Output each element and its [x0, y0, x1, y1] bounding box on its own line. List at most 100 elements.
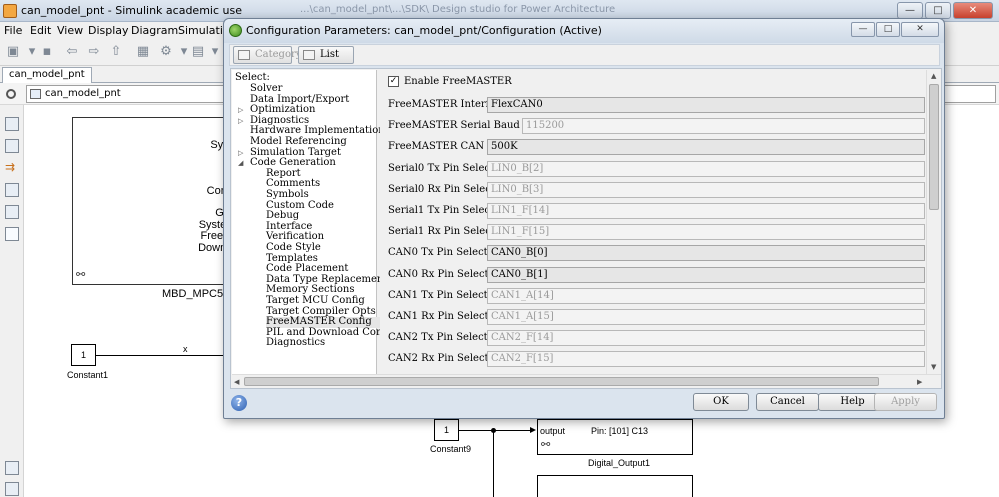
scroll-left-icon[interactable]: ◀ — [234, 378, 239, 386]
dialog-close-button[interactable]: ✕ — [901, 22, 939, 37]
annotation-icon[interactable] — [5, 183, 19, 197]
tree-item[interactable]: Diagnostics — [266, 338, 325, 349]
tab-can-model-pnt[interactable]: can_model_pnt — [2, 67, 92, 83]
tree-item[interactable]: Model Referencing — [250, 136, 347, 148]
tree-expander-icon[interactable]: ▷ — [238, 106, 243, 114]
tree-item[interactable]: Target MCU Config — [266, 295, 365, 307]
constant9-label: Constant9 — [430, 444, 472, 454]
fit-view-icon[interactable] — [5, 139, 19, 153]
category-tree: Select: Solver Data Import/Export ▷ Optimiz… — [232, 70, 395, 374]
up-icon[interactable]: ⇧ — [108, 44, 124, 60]
config-params-icon — [229, 24, 242, 37]
enable-freemaster-label: Enable FreeMASTER — [404, 76, 512, 87]
model-explorer-icon[interactable]: ▤ — [190, 44, 206, 60]
dialog-body: Select: Solver Data Import/Export ▷ Optimiz… — [230, 68, 942, 389]
menu-file[interactable]: File — [4, 24, 22, 37]
apply-button[interactable]: Apply — [874, 393, 937, 411]
pin-label: Pin: [101] C13 — [591, 426, 649, 436]
maximize-button[interactable]: □ — [925, 2, 951, 19]
vertical-scrollbar[interactable]: ▲ ▼ — [926, 70, 941, 374]
window-title: can_model_pnt - Simulink academic use — [21, 4, 242, 17]
zoom-icon[interactable] — [5, 117, 19, 131]
image-icon[interactable] — [5, 205, 19, 219]
constant9-block[interactable]: 1 — [434, 419, 459, 441]
param-field-disabled: LIN0_B[3] — [487, 181, 925, 198]
area-icon[interactable] — [5, 227, 19, 241]
camera-icon[interactable] — [5, 461, 19, 475]
category-icon — [238, 50, 250, 60]
param-field-disabled: CAN2_F[14] — [487, 330, 925, 347]
tree-header: Select: — [235, 72, 270, 83]
hide-show-browser-icon[interactable] — [6, 89, 16, 99]
signal-arrowhead — [530, 427, 536, 433]
new-model-icon[interactable]: ▣ — [5, 44, 21, 60]
settings-gear-icon[interactable]: ⚙ — [158, 44, 174, 60]
list-icon — [303, 50, 315, 60]
param-dropdown[interactable]: CAN0_B[1] — [487, 266, 925, 283]
horizontal-scroll-thumb[interactable] — [244, 377, 879, 386]
cancel-button[interactable]: Cancel — [756, 393, 819, 411]
freemaster-config-panel: ✓ Enable FreeMASTER FreeMASTER Interface… — [380, 70, 925, 374]
tree-item[interactable]: Symbols — [266, 189, 309, 201]
help-icon[interactable]: ? — [231, 395, 247, 411]
lower-block[interactable] — [537, 475, 693, 497]
signal-line[interactable] — [96, 355, 226, 356]
dialog-toolbar: Category List — [229, 44, 940, 66]
signal-branch-line[interactable] — [493, 430, 494, 497]
library-icon[interactable]: ▦ — [135, 44, 151, 60]
param-field-disabled: 115200 — [522, 118, 925, 135]
param-field-disabled: CAN2_F[15] — [487, 351, 925, 368]
link-icon: ⚯ — [76, 268, 86, 281]
dialog-title: Configuration Parameters: can_model_pnt/… — [246, 24, 602, 37]
dropdown-arrow-icon[interactable]: ▾ — [207, 44, 223, 60]
tree-expander-icon[interactable]: ▷ — [238, 149, 243, 157]
menu-edit[interactable]: Edit — [30, 24, 51, 37]
digital-output-label: Digital_Output1 — [588, 458, 651, 468]
scroll-down-icon[interactable]: ▼ — [931, 363, 936, 371]
tree-item[interactable]: Solver — [250, 83, 282, 95]
breadcrumb-text: can_model_pnt — [45, 88, 121, 99]
tree-expander-icon[interactable]: ▷ — [238, 117, 243, 125]
param-field-disabled: LIN0_B[2] — [487, 160, 925, 177]
category-button[interactable]: Category — [233, 46, 301, 64]
output-port-label: output — [540, 426, 566, 436]
param-dropdown[interactable]: CAN0_B[0] — [487, 245, 925, 262]
vertical-scroll-thumb[interactable] — [929, 84, 939, 210]
param-field-disabled: CAN1_A[15] — [487, 309, 925, 325]
tool-palette: ⇉ — [0, 105, 24, 497]
arrow-icon[interactable]: ⇉ — [5, 161, 19, 175]
constant1-block[interactable]: 1 — [71, 344, 96, 366]
back-icon[interactable]: ⇦ — [64, 44, 80, 60]
minimize-button[interactable]: — — [897, 2, 923, 19]
horizontal-scrollbar[interactable]: ◀ ▶ — [232, 374, 941, 388]
forward-icon[interactable]: ⇨ — [86, 44, 102, 60]
link-icon: ⚯ — [541, 438, 551, 451]
constant1-label: Constant1 — [67, 370, 109, 380]
branch-point — [491, 428, 496, 433]
dropdown-arrow-icon[interactable]: ▾ — [24, 44, 40, 60]
dialog-minimize-button[interactable]: — — [851, 22, 875, 37]
close-button[interactable]: ✕ — [953, 2, 993, 19]
signal-label: x — [183, 344, 188, 354]
menu-view[interactable]: View — [57, 24, 83, 37]
background-window-title: ...\can_model_pnt\...\SDK\ Design studio… — [300, 4, 616, 15]
digital-output-block[interactable]: output Pin: [101] C13 ⚯ — [537, 419, 693, 455]
tree-expander-icon[interactable]: ◢ — [238, 159, 243, 167]
dialog-titlebar: Configuration Parameters: can_model_pnt/… — [224, 19, 944, 43]
save-icon[interactable]: ▪ — [39, 44, 55, 60]
ok-button[interactable]: OK — [693, 393, 749, 411]
enable-freemaster-checkbox[interactable]: ✓ — [388, 76, 399, 87]
menu-display[interactable]: Display — [88, 24, 129, 37]
param-dropdown[interactable]: 500K — [487, 139, 925, 156]
config-params-dialog: Configuration Parameters: can_model_pnt/… — [223, 18, 945, 419]
menu-simulation[interactable]: Simulatio — [178, 24, 230, 37]
tree-item[interactable]: Code Style — [266, 242, 321, 254]
scroll-right-icon[interactable]: ▶ — [917, 378, 922, 386]
dialog-maximize-button[interactable]: □ — [876, 22, 900, 37]
menu-diagram[interactable]: Diagram — [131, 24, 178, 37]
list-button[interactable]: List — [298, 46, 354, 64]
param-dropdown[interactable]: FlexCAN0 — [487, 97, 925, 113]
record-icon[interactable] — [5, 482, 19, 496]
param-field-disabled: LIN1_F[15] — [487, 224, 925, 241]
scroll-up-icon[interactable]: ▲ — [931, 72, 936, 80]
